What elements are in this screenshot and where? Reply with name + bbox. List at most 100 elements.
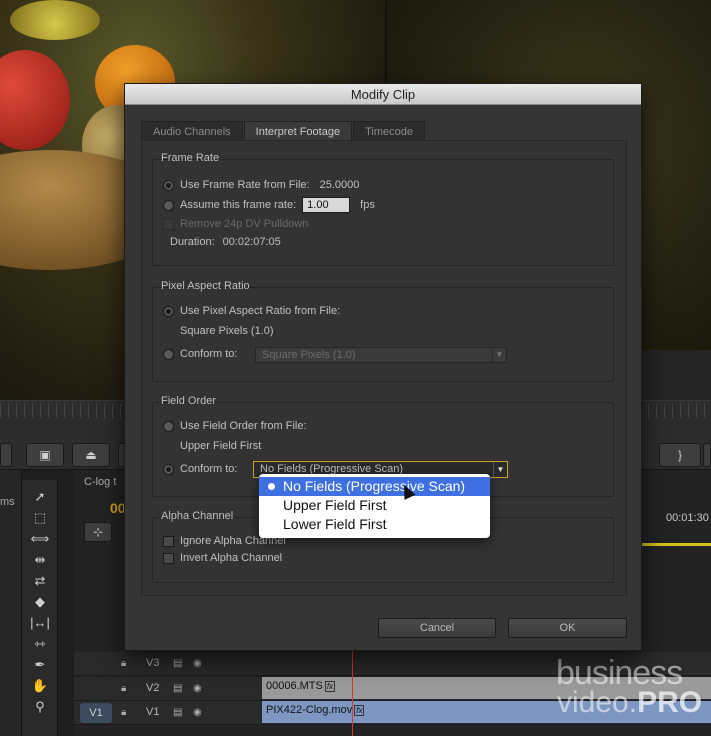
film-icon[interactable]: ▤ [173,707,182,718]
ruler-timecode: 00:01:30 [666,512,709,524]
use-frame-rate-label: Use Frame Rate from File: [180,179,310,191]
selection-tool-icon[interactable]: ➚ [30,488,50,506]
dialog-title[interactable]: Modify Clip [125,84,641,105]
remove-pulldown-label: Remove 24p DV Pulldown [180,218,309,230]
file-par-value: Square Pixels (1.0) [180,325,274,337]
cancel-button[interactable]: Cancel [378,618,496,638]
ripple-edit-tool-icon[interactable]: ⟺ [30,530,50,548]
track-name-v2: V2 [146,682,160,694]
conform-field-order-radio[interactable] [163,463,174,475]
fx-badge-icon: fx [354,705,365,716]
use-field-order-label: Use Field Order from File: [180,420,307,432]
eye-icon[interactable]: ◉ [193,658,202,669]
tab-timecode[interactable]: Timecode [353,121,425,141]
dropdown-option-label: Upper Field First [283,497,387,513]
dialog-tabs: Audio Channels Interpret Footage Timecod… [141,121,426,141]
snap-icon[interactable]: ⊹ [84,522,112,542]
modify-clip-dialog: Modify Clip Audio Channels Interpret Foo… [124,83,642,651]
pen-tool-icon[interactable]: ✒ [30,656,50,674]
use-par-from-file-option[interactable]: Use Pixel Aspect Ratio from File: [163,305,340,317]
sequence-tab[interactable]: C-log t [84,476,116,488]
invert-alpha-checkbox[interactable] [163,552,174,564]
lift-icon[interactable]: ⏏ [72,443,110,467]
lock-icon[interactable]: 🔒︎ [121,707,126,718]
duration-label: Duration: [170,236,215,248]
mark-out-icon[interactable]: } [659,443,701,467]
chevron-down-icon: ▼ [492,348,506,362]
assume-frame-rate-label: Assume this frame rate: [180,199,297,211]
ignore-alpha-checkbox[interactable] [163,535,174,547]
dropdown-option-label: No Fields (Progressive Scan) [283,478,466,494]
slip-tool-icon[interactable]: |↔| [30,614,50,632]
lock-icon[interactable]: 🔒︎ [121,683,126,694]
fps-label: fps [360,199,375,211]
fx-badge-icon: fx [324,681,336,692]
clip-v2-name: 00006.MTS [266,680,323,692]
source-track-v1[interactable]: V1 [80,703,112,723]
file-field-order-value: Upper Field First [180,440,261,452]
conform-par-radio[interactable] [163,348,174,360]
conform-par-select[interactable]: Square Pixels (1.0) ▼ [255,347,507,363]
ok-button[interactable]: OK [508,618,627,638]
assume-frame-rate-radio[interactable] [163,199,174,211]
conform-par-value: Square Pixels (1.0) [262,349,356,361]
pixel-aspect-ratio-group: Pixel Aspect Ratio Use Pixel Aspect Rati… [152,280,614,382]
export-frame-icon[interactable]: ▣ [26,443,64,467]
file-field-order-text: Upper Field First [180,440,262,452]
dropdown-option-upper-field[interactable]: Upper Field First [259,496,490,515]
film-icon[interactable]: ▤ [173,683,182,694]
use-frame-rate-from-file-option[interactable]: Use Frame Rate from File: 25.0000 [163,179,359,191]
track-name-v3: V3 [146,657,160,669]
project-panel-label: ms [0,496,15,508]
duration-value: 00:02:07:05 [222,236,281,248]
dropdown-option-label: Lower Field First [283,516,387,532]
use-field-order-radio[interactable] [163,420,174,432]
track-select-tool-icon[interactable]: ⬚ [30,509,50,527]
conform-par-label: Conform to: [180,348,238,360]
track-name-v1: V1 [146,706,160,718]
clip-v1-name: PIX422-Clog.mov [266,704,353,716]
file-par-text: Square Pixels (1.0) [180,325,274,337]
dropdown-option-lower-field[interactable]: Lower Field First [259,515,490,534]
razor-tool-icon[interactable]: ◆ [30,593,50,611]
file-frame-rate-value: 25.0000 [319,179,360,191]
use-field-order-from-file-option[interactable]: Use Field Order from File: [163,420,307,432]
selected-bullet-icon [268,483,275,490]
rolling-edit-tool-icon[interactable]: ⇹ [30,551,50,569]
conform-field-order-label: Conform to: [180,463,238,475]
tools-panel: ➚ ⬚ ⟺ ⇹ ⇄ ◆ |↔| ⇿ ✒ ✋ ⚲ [22,480,58,736]
tab-audio-channels[interactable]: Audio Channels [141,121,243,141]
invert-alpha-option[interactable]: Invert Alpha Channel [163,552,282,564]
project-panel [0,470,22,736]
tab-interpret-footage[interactable]: Interpret Footage [243,121,353,141]
rate-stretch-tool-icon[interactable]: ⇄ [30,572,50,590]
field-order-dropdown-menu: No Fields (Progressive Scan) Upper Field… [259,474,490,538]
film-icon[interactable]: ▤ [173,658,182,669]
eye-icon[interactable]: ◉ [193,683,202,694]
eye-icon[interactable]: ◉ [193,707,202,718]
slide-tool-icon[interactable]: ⇿ [30,635,50,653]
invert-alpha-label: Invert Alpha Channel [180,552,283,564]
duration-row: Duration: 00:02:07:05 [170,236,281,248]
chevron-down-icon: ▼ [493,462,507,477]
remove-pulldown-checkbox[interactable] [163,218,174,230]
watermark-logo-bottom: video.PRO [557,686,702,720]
field-order-title: Field Order [161,395,217,407]
conform-field-order-option[interactable]: Conform to: [163,463,237,475]
use-par-radio[interactable] [163,305,174,317]
zoom-tool-icon[interactable]: ⚲ [30,698,50,716]
hand-tool-icon[interactable]: ✋ [30,677,50,695]
conform-par-option[interactable]: Conform to: [163,348,237,360]
dropdown-option-no-fields[interactable]: No Fields (Progressive Scan) [259,477,490,496]
assume-frame-rate-option[interactable]: Assume this frame rate: 1.00 fps [163,197,375,213]
remove-pulldown-option[interactable]: Remove 24p DV Pulldown [163,218,308,230]
watermark-logo-word-a: video. [557,686,638,719]
lock-icon[interactable]: 🔒︎ [121,658,126,669]
pixel-aspect-ratio-title: Pixel Aspect Ratio [161,280,250,292]
more-controls-icon[interactable] [703,443,711,467]
frame-rate-field[interactable]: 1.00 [302,197,351,213]
insert-icon[interactable] [0,443,12,467]
use-frame-rate-radio[interactable] [163,179,174,191]
use-par-label: Use Pixel Aspect Ratio from File: [180,305,341,317]
alpha-channel-title: Alpha Channel [161,510,234,522]
